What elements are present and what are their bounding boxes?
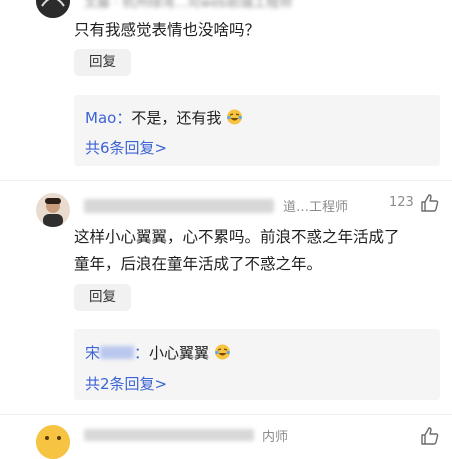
comment-text: 只有我感觉表情也没啥吗？ — [74, 21, 261, 39]
thumbs-up-icon[interactable] — [420, 426, 440, 446]
avatar-image — [36, 0, 70, 18]
reply-separator: ： — [116, 109, 132, 127]
avatar-image — [36, 193, 70, 227]
avatar[interactable] — [36, 0, 70, 18]
reply-button[interactable]: 回复 — [74, 49, 131, 76]
reply-button[interactable]: 回复 — [74, 284, 131, 311]
thumbs-up-icon[interactable] — [420, 193, 440, 213]
laugh-cry-emoji — [227, 109, 243, 125]
comment-text-line: 童年，后浪在童年活成了不惑之年。 — [74, 255, 323, 273]
reply-author-blurred — [100, 346, 135, 359]
divider — [0, 180, 452, 181]
reply-separator: ： — [134, 344, 150, 362]
comment-text-line: 这样小心翼翼，心不累吗。前浪不惑之年活成了 — [74, 228, 400, 246]
divider — [0, 414, 452, 415]
avatar[interactable] — [36, 193, 70, 227]
reply-text: 不是，还有我 — [131, 109, 222, 127]
comment-author-blurred — [84, 199, 274, 213]
reply-preview-line: Mao：不是，还有我 — [85, 107, 243, 128]
avatar-image — [36, 425, 70, 459]
reply-preview-box[interactable]: 宋 ：小心翼翼 共2条回复> — [74, 329, 440, 400]
like-count: 123 — [389, 195, 414, 210]
comment-author[interactable]: 道…工程师 — [283, 196, 348, 215]
laugh-cry-emoji — [214, 344, 230, 360]
avatar[interactable] — [36, 425, 70, 459]
comment-author-blurred — [84, 429, 254, 441]
view-more-replies-link[interactable]: 共2条回复> — [85, 373, 167, 394]
reply-preview-box[interactable]: Mao：不是，还有我 共6条回复> — [74, 95, 440, 166]
reply-text: 小心翼翼 — [149, 344, 210, 362]
reply-author[interactable]: 宋 — [85, 344, 100, 362]
reply-preview-line: 宋 ：小心翼翼 — [85, 342, 231, 363]
view-more-replies-link[interactable]: 共6条回复> — [85, 137, 167, 158]
comment-text: 这样小心翼翼，心不累吗。前浪不惑之年活成了 童年，后浪在童年活成了不惑之年。 — [74, 224, 444, 278]
comment-author[interactable]: 叉藤 · 杭州绿湾…司web前端工程师 — [84, 0, 292, 11]
reply-author[interactable]: Mao — [85, 109, 116, 127]
